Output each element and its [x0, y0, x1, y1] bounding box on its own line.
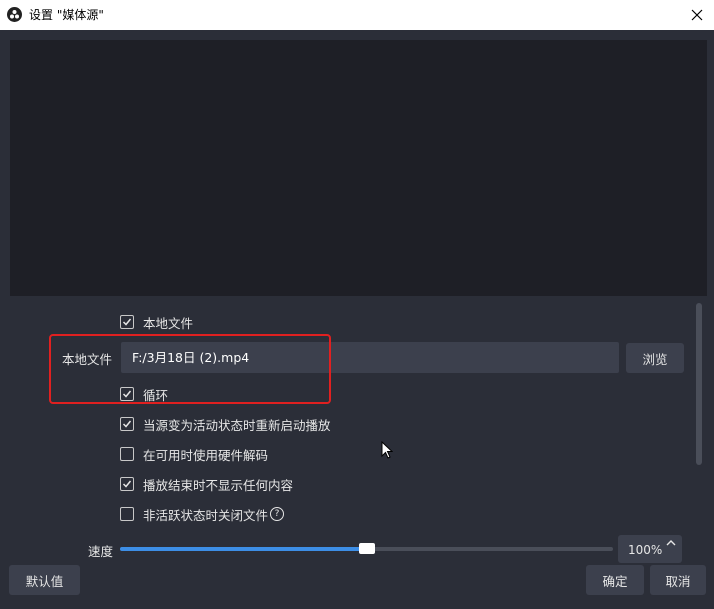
hw-decode-checkbox-row[interactable]: 在可用时使用硬件解码: [120, 445, 268, 463]
hw-decode-checkbox-label: 在可用时使用硬件解码: [143, 447, 269, 463]
local-file-field-label: 本地文件: [62, 352, 113, 367]
speed-slider-handle[interactable]: [358, 543, 375, 554]
loop-checkbox-row[interactable]: 循环: [120, 385, 168, 403]
checkmark-icon: [122, 318, 132, 326]
speed-slider[interactable]: [120, 543, 613, 554]
restart-checkbox[interactable]: [120, 417, 134, 431]
cancel-button[interactable]: 取消: [650, 565, 706, 595]
ok-button[interactable]: 确定: [586, 565, 644, 595]
speed-spinbox[interactable]: 100%: [618, 535, 682, 563]
restart-checkbox-label: 当源变为活动状态时重新启动播放: [143, 417, 331, 433]
defaults-button[interactable]: 默认值: [9, 565, 80, 595]
close-icon: [691, 9, 703, 21]
question-circle-icon[interactable]: ?: [270, 507, 285, 521]
checkmark-icon: [122, 420, 132, 428]
speed-value: 100%: [628, 543, 663, 557]
hide-when-done-checkbox-row[interactable]: 播放结束时不显示任何内容: [120, 475, 293, 493]
close-inactive-checkbox-row[interactable]: 非活跃状态时关闭文件 ?: [120, 505, 285, 523]
local-file-checkbox-row[interactable]: 本地文件: [120, 313, 193, 331]
window-title: 设置 "媒体源": [29, 8, 104, 22]
hw-decode-checkbox[interactable]: [120, 447, 134, 461]
obs-logo-icon: [7, 7, 22, 22]
title-bar: 设置 "媒体源": [0, 0, 714, 30]
speed-slider-fill: [120, 547, 367, 551]
checkmark-icon: [122, 390, 132, 398]
hide-when-done-checkbox-label: 播放结束时不显示任何内容: [143, 477, 294, 493]
hide-when-done-checkbox[interactable]: [120, 477, 134, 491]
loop-checkbox-label: 循环: [143, 387, 169, 403]
mouse-pointer-icon: [381, 441, 393, 459]
restart-checkbox-row[interactable]: 当源变为活动状态时重新启动播放: [120, 415, 331, 433]
checkmark-icon: [122, 480, 132, 488]
local-file-path-input[interactable]: F:/3月18日 (2).mp4: [121, 342, 619, 373]
close-inactive-checkbox[interactable]: [120, 507, 134, 521]
speed-label: 速度: [88, 544, 114, 559]
scrollbar-thumb[interactable]: [696, 303, 702, 465]
preview-area: [10, 40, 707, 296]
close-inactive-checkbox-label: 非活跃状态时关闭文件: [143, 507, 269, 523]
local-file-checkbox[interactable]: [120, 315, 134, 329]
close-button[interactable]: [684, 2, 710, 28]
loop-checkbox[interactable]: [120, 387, 134, 401]
local-file-checkbox-label: 本地文件: [143, 315, 194, 331]
browse-button[interactable]: 浏览: [626, 343, 684, 373]
chevron-up-icon[interactable]: [666, 539, 676, 546]
